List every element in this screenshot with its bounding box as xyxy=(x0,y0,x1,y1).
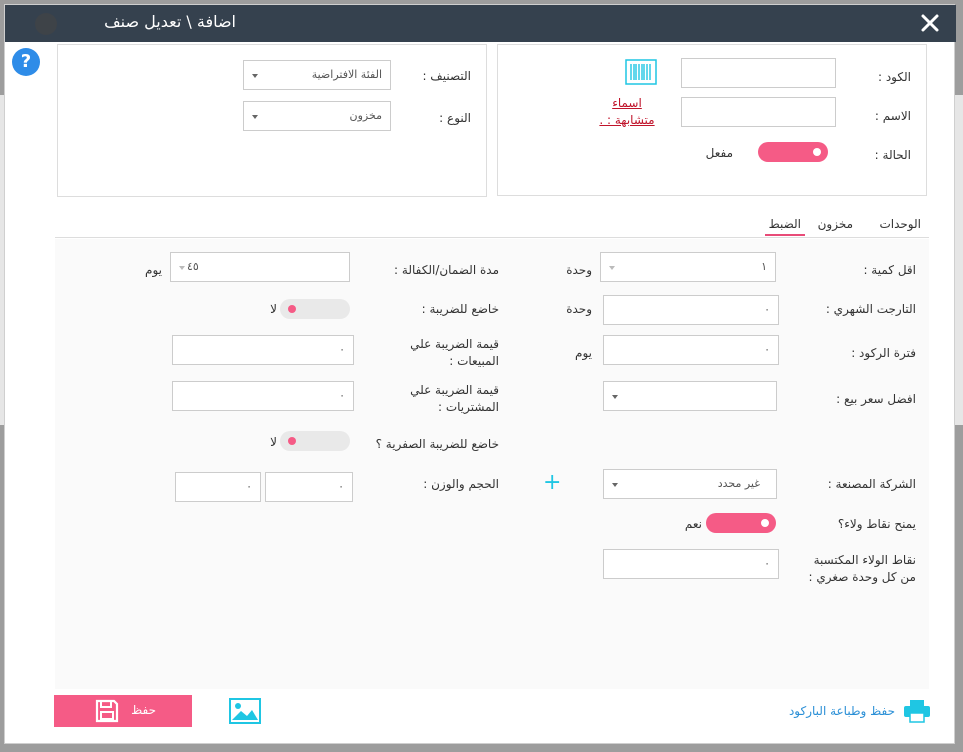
purchase-tax-input[interactable]: ٠ xyxy=(172,381,354,411)
monthly-target-input[interactable]: ٠ xyxy=(603,295,779,325)
similar-names-link[interactable]: اسماء متشابهة : . xyxy=(592,95,662,129)
save-print-label: حفظ وطباعة الباركود xyxy=(788,704,895,718)
plus-icon[interactable]: + xyxy=(543,472,561,494)
size-weight-label: الحجم والوزن : xyxy=(423,477,499,491)
item-dialog: اضافة \ تعديل صنف ? التصنيف : الفئة الاف… xyxy=(4,4,956,744)
min-qty-unit: وحدة xyxy=(566,263,592,277)
save-print-barcode-link[interactable]: حفظ وطباعة الباركود xyxy=(789,704,895,718)
manufacturer-label: الشركة المصنعة : xyxy=(827,477,916,491)
sales-tax-value: ٠ xyxy=(339,343,345,356)
manufacturer-select[interactable]: غير محدد xyxy=(603,469,777,499)
monthly-target-label: التارجت الشهري : xyxy=(825,302,916,316)
dialog-titlebar: اضافة \ تعديل صنف xyxy=(5,5,956,42)
monthly-target-value: ٠ xyxy=(764,303,770,316)
stagnation-unit: يوم xyxy=(575,346,592,360)
caret-down-icon xyxy=(612,483,618,487)
min-qty-label: اقل كمية : xyxy=(863,263,916,277)
best-price-select[interactable] xyxy=(603,381,777,411)
category-select[interactable]: الفئة الافتراضية xyxy=(243,60,391,90)
stagnation-label: فترة الركود : xyxy=(851,346,916,360)
type-value: مخزون xyxy=(349,109,382,122)
size-input[interactable]: ٠ xyxy=(265,472,353,502)
caret-down-icon xyxy=(609,266,615,270)
caret-down-icon xyxy=(179,266,185,270)
identity-panel: الكود : الاسم : اسماء متشابهة : . الحالة… xyxy=(497,44,927,196)
toggle-knob xyxy=(288,437,296,445)
image-icon[interactable] xyxy=(229,698,261,724)
warranty-label: مدة الضمان/الكفالة : xyxy=(394,263,499,277)
purchase-tax-value: ٠ xyxy=(339,389,345,402)
sales-tax-label: قيمة الضريبة علي المبيعات : xyxy=(410,337,499,368)
min-qty-value: ١ xyxy=(761,260,767,273)
loyalty-toggle[interactable] xyxy=(706,513,776,533)
settings-icon[interactable] xyxy=(35,13,57,35)
tab-units[interactable]: الوحدات xyxy=(879,217,921,231)
type-select[interactable]: مخزون xyxy=(243,101,391,131)
best-price-label: افضل سعر بيع : xyxy=(836,392,916,406)
min-qty-input[interactable]: ١ xyxy=(600,252,776,282)
caret-down-icon xyxy=(612,395,618,399)
type-label: النوع : xyxy=(439,111,471,125)
code-input[interactable] xyxy=(681,58,836,88)
similar-names-line1: اسماء xyxy=(612,96,642,110)
loyalty-points-input[interactable]: ٠ xyxy=(603,549,779,579)
weight-input[interactable]: ٠ xyxy=(175,472,261,502)
toggle-knob xyxy=(813,148,821,156)
toggle-knob xyxy=(288,305,296,313)
code-label: الكود : xyxy=(877,70,911,84)
taxable-label: خاضع للضريبة : xyxy=(421,302,499,316)
zero-tax-toggle[interactable] xyxy=(280,431,350,451)
save-button[interactable]: حفظ xyxy=(54,695,192,727)
taxable-toggle[interactable] xyxy=(280,299,350,319)
toggle-knob xyxy=(761,519,769,527)
loyalty-points-value: ٠ xyxy=(764,557,770,570)
warranty-value: ٤٥ xyxy=(187,260,199,273)
caret-down-icon xyxy=(252,115,258,119)
close-icon[interactable] xyxy=(918,11,942,35)
sales-tax-input[interactable]: ٠ xyxy=(172,335,354,365)
loyalty-points-label: نقاط الولاء المكتسبة من كل وحدة صغري : xyxy=(808,553,916,584)
loyalty-text: نعم xyxy=(684,517,702,531)
help-icon[interactable]: ? xyxy=(12,48,40,76)
save-icon xyxy=(95,699,119,723)
warranty-input[interactable]: ٤٥ xyxy=(170,252,350,282)
zero-tax-label: خاضع للضريبة الصفرية ؟ xyxy=(375,437,499,451)
taxable-text: لا xyxy=(270,302,277,316)
save-label: حفظ xyxy=(131,703,156,717)
weight-value: ٠ xyxy=(246,480,252,493)
monthly-target-unit: وحدة xyxy=(566,302,592,316)
tabs-bar: الوحدات مخزون الضبط xyxy=(55,211,929,238)
classification-panel: التصنيف : الفئة الافتراضية النوع : مخزون xyxy=(57,44,487,197)
manufacturer-value: غير محدد xyxy=(717,477,760,490)
tab-stock[interactable]: مخزون xyxy=(818,217,853,231)
loyalty-label: يمنح نقاط ولاء؟ xyxy=(837,517,916,531)
stagnation-input[interactable]: ٠ xyxy=(603,335,779,365)
category-value: الفئة الافتراضية xyxy=(311,68,382,81)
caret-down-icon xyxy=(252,74,258,78)
status-text: مفعل xyxy=(705,146,733,160)
zero-tax-text: لا xyxy=(270,435,277,449)
tab-settings[interactable]: الضبط xyxy=(764,217,805,236)
purchase-tax-label: قيمة الضريبة علي المشتريات : xyxy=(410,383,499,414)
barcode-icon[interactable] xyxy=(625,59,657,85)
category-label: التصنيف : xyxy=(422,69,471,83)
name-input[interactable] xyxy=(681,97,836,127)
settings-content: اقل كمية : ١ وحدة التارجت الشهري : ٠ وحد… xyxy=(55,239,929,689)
dialog-title: اضافة \ تعديل صنف xyxy=(104,12,236,31)
name-label: الاسم : xyxy=(874,109,911,123)
status-label: الحالة : xyxy=(874,148,911,162)
status-toggle[interactable] xyxy=(758,142,828,162)
printer-icon[interactable] xyxy=(903,699,931,723)
stagnation-value: ٠ xyxy=(764,343,770,356)
warranty-unit: يوم xyxy=(145,263,162,277)
similar-names-line2: متشابهة : . xyxy=(599,113,655,127)
size-value: ٠ xyxy=(338,480,344,493)
